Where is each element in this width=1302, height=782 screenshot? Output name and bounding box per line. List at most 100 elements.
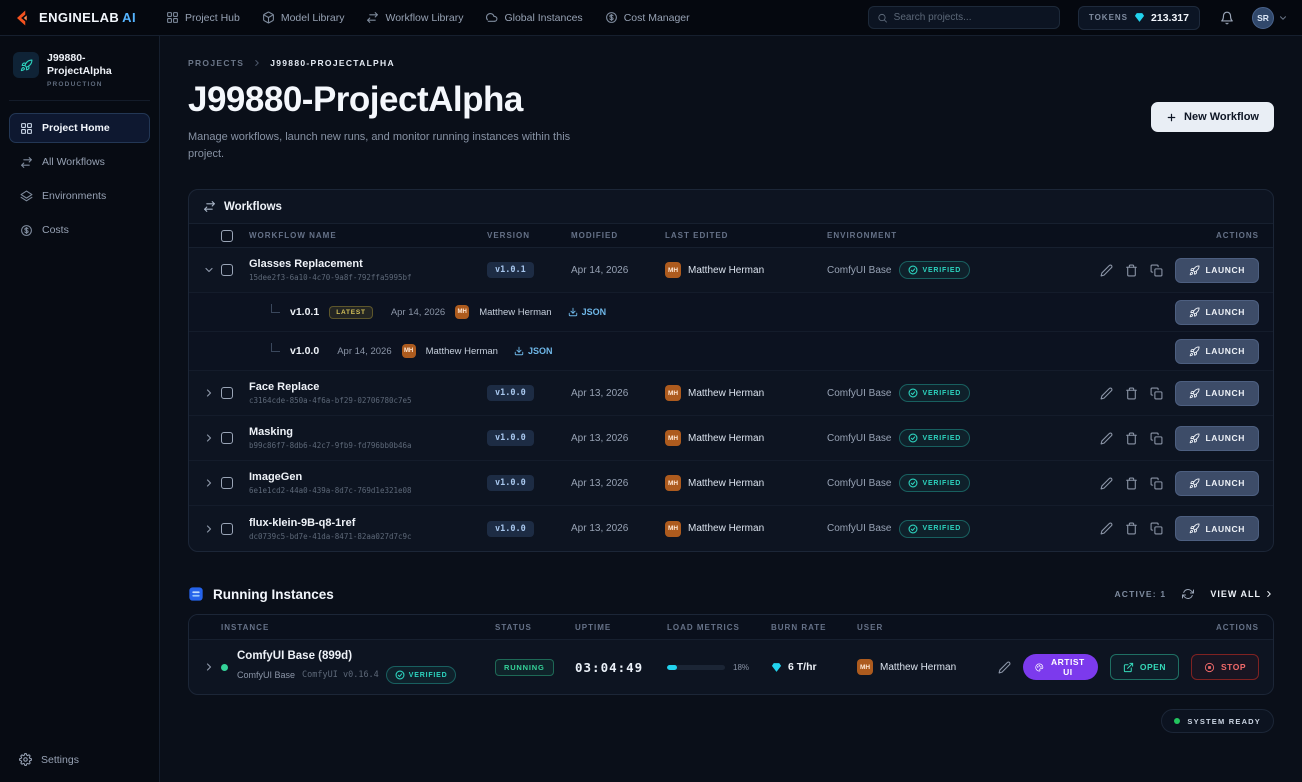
launch-button[interactable]: LAUNCH [1174,257,1259,283]
verified-badge: VERIFIED [899,384,971,403]
expand-chevron-icon[interactable] [203,387,221,399]
dollar-icon [605,11,618,24]
nav-item-project-hub[interactable]: Project Hub [166,11,240,24]
sidebar-item-all-workflows[interactable]: All Workflows [9,147,150,177]
brand-logo[interactable]: ENGINELAB AI [14,9,136,27]
delete-icon[interactable] [1125,387,1138,400]
verified-badge: VERIFIED [899,429,971,448]
editor-avatar: MH [665,262,681,279]
duplicate-icon[interactable] [1150,432,1163,445]
load-percent: 18% [733,662,750,672]
delete-icon[interactable] [1125,522,1138,535]
launch-button[interactable]: LAUNCH [1174,470,1259,496]
modified-date: Apr 13, 2026 [571,477,629,489]
view-all-link[interactable]: VIEW ALL [1210,589,1274,599]
nav-item-cost-manager[interactable]: Cost Manager [605,11,690,24]
search-input[interactable] [893,12,1051,23]
nav-label: Global Instances [504,11,583,24]
col-status: STATUS [495,622,532,632]
expand-chevron-icon[interactable] [203,432,221,444]
row-checkbox[interactable] [221,522,233,535]
delete-icon[interactable] [1125,264,1138,277]
editor-avatar: MH [455,305,470,320]
environment-name: ComfyUI Base [827,523,892,535]
col-burn-rate: BURN RATE [771,622,827,632]
launch-button[interactable]: LAUNCH [1174,299,1259,325]
edit-icon[interactable] [1100,264,1113,277]
sidebar-item-costs[interactable]: Costs [9,215,150,245]
delete-icon[interactable] [1125,477,1138,490]
system-status-dot [1174,718,1181,725]
download-json-link[interactable]: JSON [568,307,606,317]
workflow-id: b99c86f7-8db6-42c7-9fb9-fd796bb0b46a [249,441,412,451]
cloud-icon [485,11,498,24]
editor-avatar: MH [665,475,681,492]
expand-chevron-icon[interactable] [203,477,221,489]
status-dot [221,663,228,671]
sidebar-project-badge: PRODUCTION [47,81,103,89]
edit-icon[interactable] [998,661,1011,674]
row-checkbox[interactable] [221,432,233,445]
workflow-name: flux-klein-9B-q8-1ref [249,516,356,529]
notifications-bell-icon[interactable] [1220,11,1234,25]
edit-icon[interactable] [1100,477,1113,490]
row-checkbox[interactable] [221,477,233,490]
user-menu[interactable]: SR [1252,6,1288,29]
workflow-name-cell[interactable]: Masking b99c86f7-8db6-42c7-9fb9-fd796bb0… [249,426,487,450]
launch-button[interactable]: LAUNCH [1174,380,1259,406]
sidebar-item-settings[interactable]: Settings [9,753,150,766]
layers-icon [20,190,33,203]
select-all-checkbox[interactable] [221,229,233,242]
duplicate-icon[interactable] [1150,522,1163,535]
chevron-right-icon [1264,589,1274,599]
nav-item-model-library[interactable]: Model Library [262,11,344,24]
instances-panel: INSTANCE STATUS UPTIME LOAD METRICS BURN… [188,614,1274,696]
verified-badge: VERIFIED [899,519,971,538]
launch-button[interactable]: LAUNCH [1174,338,1259,364]
expand-chevron-icon[interactable] [203,661,221,673]
external-link-icon [1123,662,1134,673]
verified-badge: VERIFIED [385,666,457,685]
version-date: Apr 14, 2026 [390,306,446,318]
search-box[interactable] [867,6,1060,29]
download-json-link[interactable]: JSON [514,346,552,356]
sidebar: J99880-ProjectAlpha PRODUCTION Project H… [0,36,160,782]
editor-avatar: MH [665,385,681,402]
sidebar-item-project-home[interactable]: Project Home [9,113,150,144]
nav-item-workflow-library[interactable]: Workflow Library [366,11,463,24]
delete-icon[interactable] [1125,432,1138,445]
duplicate-icon[interactable] [1150,387,1163,400]
plus-icon [1166,112,1177,123]
sidebar-menu: Project Home All Workflows Environments … [9,113,150,245]
launch-button[interactable]: LAUNCH [1174,516,1259,542]
tokens-balance[interactable]: TOKENS 213.317 [1077,5,1200,30]
workflow-name-cell[interactable]: Glasses Replacement 15dee2f3-6a10-4c70-9… [249,258,487,282]
edit-icon[interactable] [1100,432,1113,445]
workflow-name-cell[interactable]: ImageGen 6e1e1cd2-44a0-439a-8d7c-769d1e3… [249,471,487,495]
avatar: SR [1252,6,1274,29]
row-checkbox[interactable] [221,387,233,400]
expand-chevron-icon[interactable] [203,523,221,535]
nav-item-global-instances[interactable]: Global Instances [485,11,583,24]
collapse-chevron-icon[interactable] [203,264,221,276]
artist-ui-button[interactable]: ARTIST UI [1023,654,1098,681]
launch-button[interactable]: LAUNCH [1174,425,1259,451]
sidebar-project-card[interactable]: J99880-ProjectAlpha PRODUCTION [9,48,150,102]
stop-button[interactable]: STOP [1191,654,1259,681]
row-checkbox[interactable] [221,264,233,277]
workflow-name-cell[interactable]: flux-klein-9B-q8-1ref dc0739c5-bd7e-41da… [249,517,487,541]
open-button[interactable]: OPEN [1109,654,1179,681]
editor-avatar: MH [401,344,416,359]
refresh-icon[interactable] [1182,588,1194,600]
duplicate-icon[interactable] [1150,477,1163,490]
duplicate-icon[interactable] [1150,264,1163,277]
breadcrumb-projects[interactable]: PROJECTS [188,58,244,68]
edit-icon[interactable] [1100,387,1113,400]
version-badge: v1.0.0 [487,475,534,492]
dollar-icon [20,224,33,237]
new-workflow-button[interactable]: New Workflow [1151,102,1274,132]
workflow-name-cell[interactable]: Face Replace c3164cde-850a-4f6a-bf29-027… [249,381,487,405]
workflow-name: Glasses Replacement [249,258,363,271]
sidebar-item-environments[interactable]: Environments [9,181,150,211]
edit-icon[interactable] [1100,522,1113,535]
